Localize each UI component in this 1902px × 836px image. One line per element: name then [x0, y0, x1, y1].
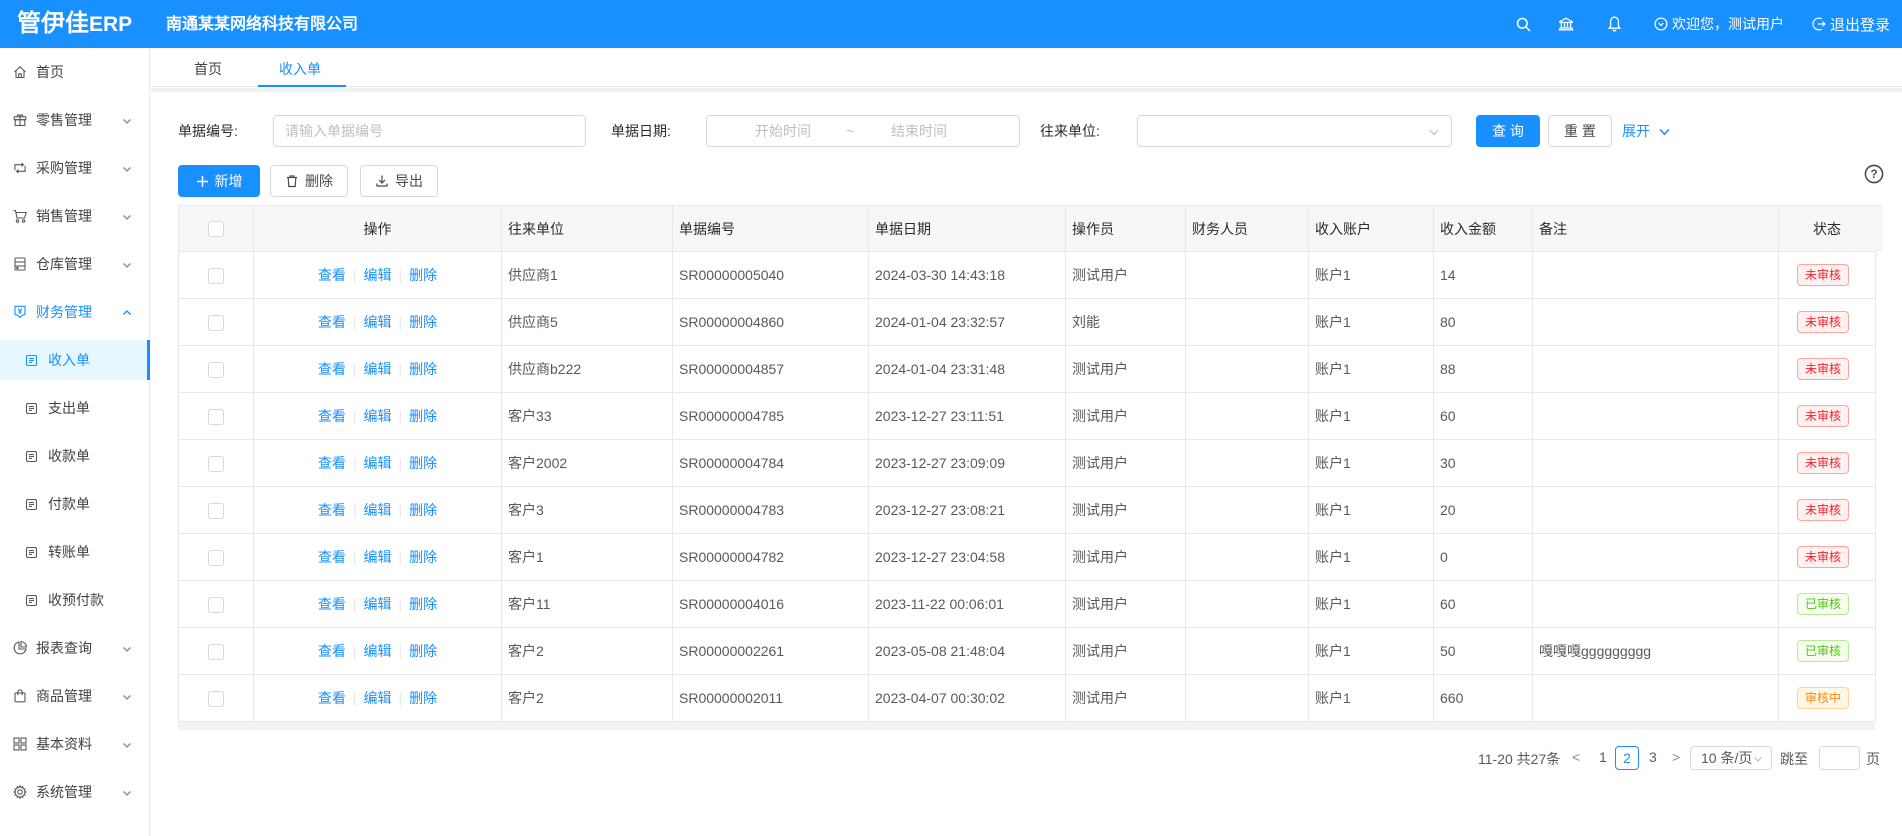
svg-text:?: ? [1870, 169, 1877, 181]
